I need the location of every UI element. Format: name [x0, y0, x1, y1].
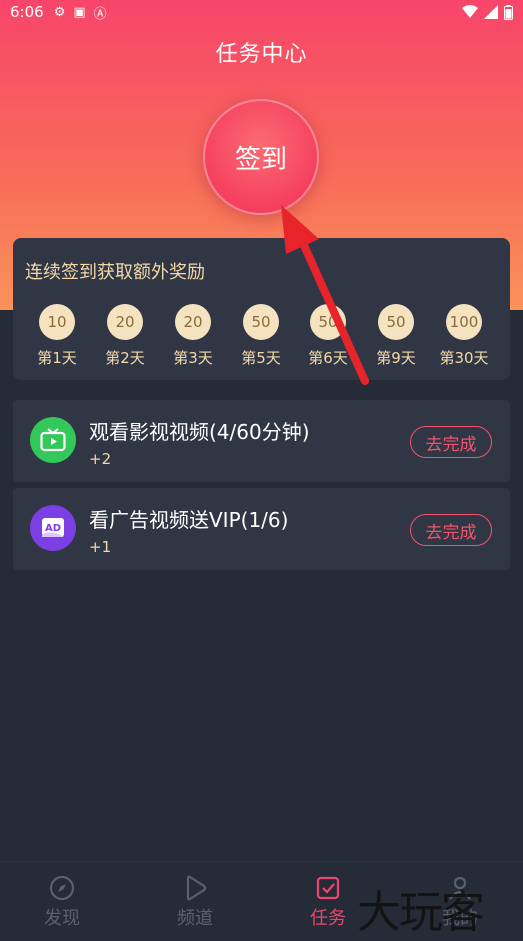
tab-channel[interactable]: 频道 [155, 874, 235, 930]
streak-day: 20 第3天 [161, 304, 225, 368]
streak-days: 10 第1天 20 第2天 20 第3天 50 第5天 50 第6天 50 第9… [13, 304, 510, 374]
task-complete-button[interactable]: 去完成 [410, 426, 492, 458]
tab-label: 任务 [310, 908, 346, 929]
streak-bonus-card: 连续签到获取额外奖励 10 第1天 20 第2天 20 第3天 50 第5天 5… [13, 238, 510, 380]
task-complete-button[interactable]: 去完成 [410, 514, 492, 546]
status-bar: 6:06 ⚙ ▣ Ⓐ [0, 0, 523, 24]
task-item-watch-video: 观看影视视频(4/60分钟) +2 去完成 [13, 400, 510, 482]
task-item-watch-ad: AD 看广告视频送VIP(1/6) +1 去完成 [13, 488, 510, 570]
task-name: 看广告视频送VIP(1/6) [89, 508, 289, 532]
streak-day: 50 第6天 [296, 304, 360, 368]
coin-badge: 100 [446, 304, 482, 340]
day-label: 第6天 [308, 349, 348, 367]
streak-bonus-title: 连续签到获取额外奖励 [25, 262, 205, 283]
tv-icon [30, 417, 76, 463]
tab-label: 发现 [44, 908, 80, 929]
status-right-icons [462, 4, 513, 20]
status-time: 6:06 [10, 3, 44, 21]
day-label: 第1天 [37, 349, 77, 367]
tab-discover[interactable]: 发现 [22, 874, 102, 930]
settings-gear-icon: ⚙ [53, 4, 66, 20]
coin-badge: 50 [378, 304, 414, 340]
svg-text:AD: AD [45, 523, 61, 534]
checkin-button[interactable]: 签到 [203, 99, 319, 215]
coin-badge: 20 [107, 304, 143, 340]
streak-day: 20 第2天 [93, 304, 157, 368]
task-reward: +2 [89, 450, 112, 468]
coin-badge: 20 [175, 304, 211, 340]
notification-a-icon: Ⓐ [93, 6, 107, 22]
day-label: 第2天 [105, 349, 145, 367]
streak-day: 10 第1天 [25, 304, 89, 368]
page-title: 任务中心 [215, 42, 308, 67]
streak-day: 100 第30天 [432, 304, 496, 368]
streak-day: 50 第9天 [364, 304, 428, 368]
tab-tasks[interactable]: 任务 [288, 874, 368, 930]
streak-day: 50 第5天 [229, 304, 293, 368]
tab-label: 频道 [177, 908, 213, 929]
signal-icon [484, 5, 498, 19]
compass-icon [22, 874, 102, 902]
watermark: 大玩客 [357, 887, 485, 938]
day-label: 第3天 [173, 349, 213, 367]
task-reward: +1 [89, 538, 112, 556]
coin-badge: 10 [39, 304, 75, 340]
coin-badge: 50 [243, 304, 279, 340]
day-label: 第5天 [241, 349, 281, 367]
coin-badge: 50 [310, 304, 346, 340]
ad-icon: AD [30, 505, 76, 551]
android-icon: ▣ [73, 4, 86, 20]
day-label: 第30天 [439, 349, 489, 367]
day-label: 第9天 [376, 349, 416, 367]
task-name: 观看影视视频(4/60分钟) [89, 420, 310, 444]
battery-icon [504, 4, 513, 20]
play-icon [155, 874, 235, 902]
wifi-icon [462, 5, 478, 18]
checklist-icon [288, 874, 368, 902]
